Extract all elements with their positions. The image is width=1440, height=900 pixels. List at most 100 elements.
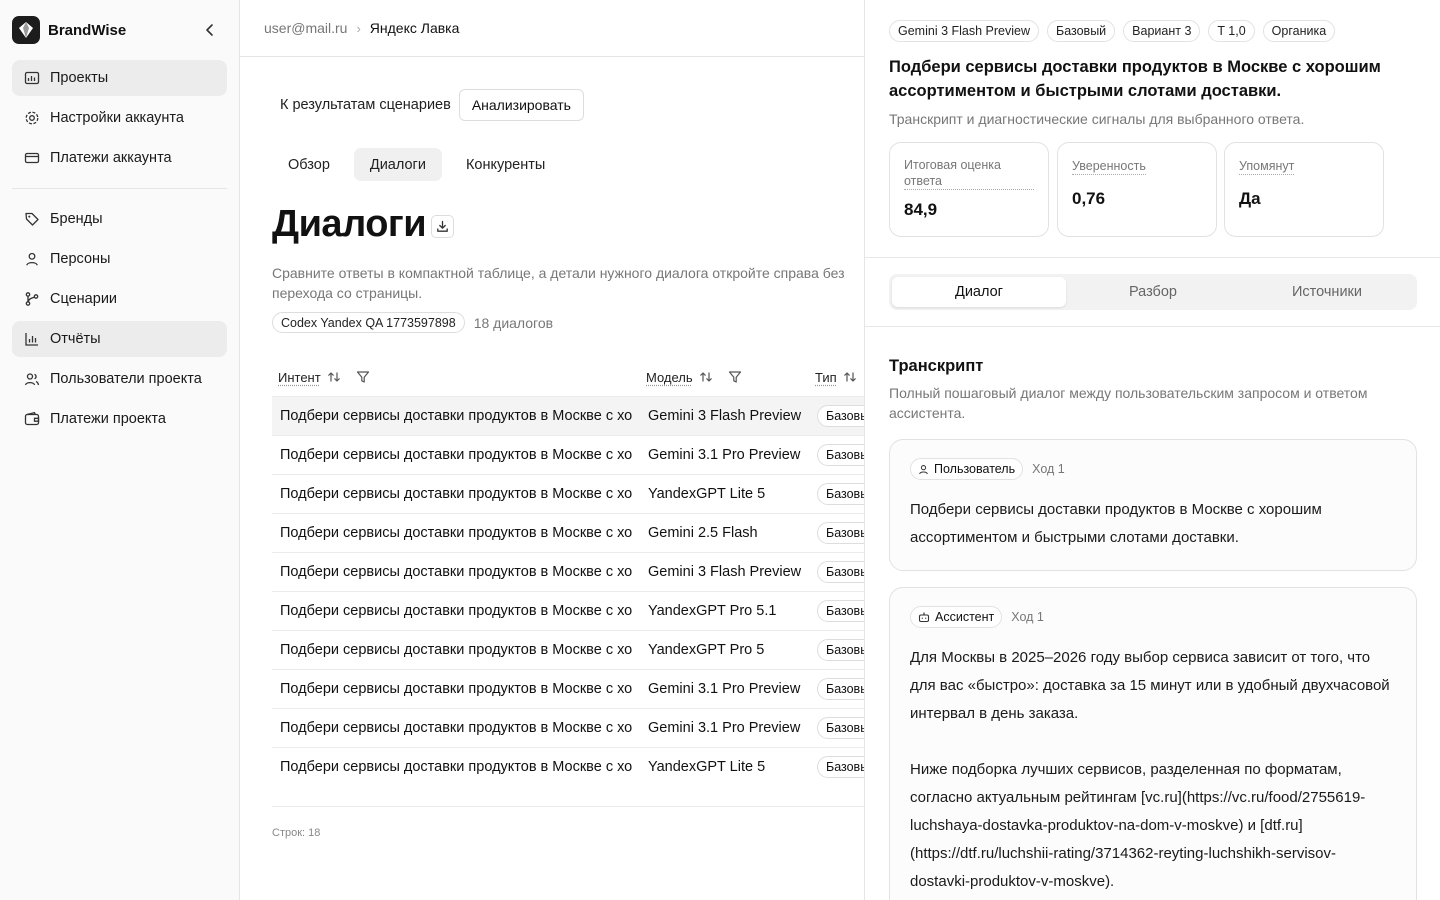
brand[interactable]: BrandWise — [12, 14, 228, 46]
tab-overview[interactable]: Обзор — [272, 148, 346, 181]
table-row[interactable]: Подбери сервисы доставки продуктов в Мос… — [272, 630, 865, 669]
column-type[interactable]: Тип — [815, 370, 857, 385]
sidebar-item-label: Проекты — [50, 70, 109, 86]
cell-intent: Подбери сервисы доставки продуктов в Мос… — [280, 759, 632, 775]
sidebar-item-label: Настройки аккаунта — [50, 110, 184, 126]
column-type-label: Тип — [815, 369, 837, 385]
sidebar: BrandWise Проекты Настройки аккаунта Пла… — [0, 0, 240, 900]
tab-dialog[interactable]: Диалог — [892, 277, 1066, 307]
turn-label: Ход 1 — [1011, 610, 1044, 624]
gear-icon — [25, 111, 39, 125]
table-row[interactable]: Подбери сервисы доставки продуктов в Мос… — [272, 435, 865, 474]
sidebar-item-project-users[interactable]: Пользователи проекта — [12, 361, 227, 397]
breadcrumb-account[interactable]: user@mail.ru — [264, 20, 347, 36]
sidebar-item-project-payments[interactable]: Платежи проекта — [12, 401, 227, 437]
branch-icon — [25, 292, 39, 306]
metric-value: 0,76 — [1072, 189, 1106, 208]
turn-label: Ход 1 — [1032, 462, 1065, 476]
cell-type-badge: Базовый — [817, 756, 865, 778]
page-tabs: Обзор Диалоги Конкуренты — [272, 148, 569, 181]
cell-model: Gemini 3.1 Pro Preview — [648, 447, 801, 463]
table-row[interactable]: Подбери сервисы доставки продуктов в Мос… — [272, 552, 865, 591]
role-label: Пользователь — [934, 462, 1016, 476]
collapse-sidebar-icon[interactable] — [200, 20, 220, 40]
dialog-count: 18 диалогов — [473, 314, 554, 331]
variant-badge: Вариант 3 — [1123, 20, 1201, 42]
dialog-title: Подбери сервисы доставки продуктов в Мос… — [889, 58, 1381, 100]
sidebar-item-brands[interactable]: Бренды — [12, 201, 227, 237]
table-row[interactable]: Подбери сервисы доставки продуктов в Мос… — [272, 513, 865, 552]
sidebar-item-label: Бренды — [50, 211, 103, 227]
transcript-description: Полный пошаговый диалог между пользовате… — [889, 385, 1368, 421]
cell-type-badge: Базовый — [817, 717, 865, 739]
analyze-button[interactable]: Анализировать — [458, 89, 584, 121]
filter-icon[interactable] — [728, 370, 742, 384]
sidebar-item-account-settings[interactable]: Настройки аккаунта — [12, 100, 227, 136]
cell-intent: Подбери сервисы доставки продуктов в Мос… — [280, 525, 632, 541]
tab-dialogs[interactable]: Диалоги — [353, 148, 442, 181]
table-header: Интент Модель Тип — [272, 358, 865, 396]
metric-label: Итоговая оценка ответа — [904, 157, 1034, 190]
column-intent-label: Интент — [278, 369, 321, 385]
sort-icon[interactable] — [327, 370, 341, 384]
model-badge: Gemini 3 Flash Preview — [889, 20, 1039, 42]
sort-icon[interactable] — [843, 370, 857, 384]
table-row[interactable]: Подбери сервисы доставки продуктов в Мос… — [272, 669, 865, 708]
sidebar-item-scenarios[interactable]: Сценарии — [12, 281, 227, 317]
page-title: Диалоги — [272, 203, 427, 245]
message-paragraph: Для Москвы в 2025–2026 году выбор сервис… — [910, 649, 1390, 722]
panel-divider — [865, 326, 1440, 327]
metric-value: 84,9 — [904, 200, 938, 219]
metric-mentioned: Упомянут Да — [1224, 142, 1384, 237]
user-icon — [26, 252, 38, 266]
sidebar-item-personas[interactable]: Персоны — [12, 241, 227, 277]
cell-type-badge: Базовый — [817, 483, 865, 505]
cell-intent: Подбери сервисы доставки продуктов в Мос… — [280, 447, 632, 463]
sidebar-item-reports[interactable]: Отчёты — [12, 321, 227, 357]
sidebar-account-nav: Проекты Настройки аккаунта Платежи аккау… — [12, 60, 227, 180]
table-row[interactable]: Подбери сервисы доставки продуктов в Мос… — [272, 474, 865, 513]
column-model[interactable]: Модель — [646, 370, 742, 385]
sidebar-item-label: Платежи проекта — [50, 411, 166, 427]
filter-icon[interactable] — [356, 370, 370, 384]
download-icon[interactable] — [431, 215, 454, 238]
sidebar-item-account-payments[interactable]: Платежи аккаунта — [12, 140, 227, 176]
sort-icon[interactable] — [699, 370, 713, 384]
back-to-scenarios-link[interactable]: К результатам сценариев — [280, 97, 451, 113]
source-badge: Органика — [1262, 20, 1336, 42]
cell-intent: Подбери сервисы доставки продуктов в Мос… — [280, 603, 632, 619]
breadcrumb-project[interactable]: Яндекс Лавка — [370, 20, 460, 36]
tab-analysis[interactable]: Разбор — [1066, 277, 1240, 307]
table-row[interactable]: Подбери сервисы доставки продуктов в Мос… — [272, 396, 865, 435]
cell-intent: Подбери сервисы доставки продуктов в Мос… — [280, 642, 632, 658]
table-row[interactable]: Подбери сервисы доставки продуктов в Мос… — [272, 747, 865, 786]
metric-value: Да — [1239, 189, 1261, 208]
cell-model: Gemini 3 Flash Preview — [648, 408, 802, 424]
table-row[interactable]: Подбери сервисы доставки продуктов в Мос… — [272, 708, 865, 747]
metric-label: Уверенность — [1072, 159, 1146, 175]
cell-type-badge: Базовый — [817, 639, 865, 661]
table-row[interactable]: Подбери сервисы доставки продуктов в Мос… — [272, 591, 865, 630]
table-divider — [272, 806, 865, 807]
panel-divider — [865, 257, 1440, 258]
message-paragraph: Подбери сервисы доставки продуктов в Мос… — [910, 501, 1322, 546]
brand-logo-icon — [12, 16, 40, 44]
run-filter: Codex Yandex QA 1773597898 18 диалогов — [272, 312, 553, 333]
role-label: Ассистент — [935, 610, 995, 624]
users-icon — [24, 373, 40, 386]
toolbar: К результатам сценариев Анализировать — [280, 89, 584, 121]
run-chip[interactable]: Codex Yandex QA 1773597898 — [272, 312, 465, 333]
column-intent[interactable]: Интент — [278, 370, 370, 385]
cell-type-badge: Базовый — [817, 444, 865, 466]
column-model-label: Модель — [646, 369, 693, 385]
sidebar-item-projects[interactable]: Проекты — [12, 60, 227, 96]
main-content: user@mail.ru › Яндекс Лавка К результата… — [240, 0, 865, 900]
sidebar-item-label: Отчёты — [50, 331, 101, 347]
role-badge: Пользователь — [910, 458, 1024, 480]
dialogs-table: Интент Модель Тип Подбери сервисы достав… — [272, 358, 865, 807]
type-badge: Базовый — [1047, 20, 1116, 42]
tab-sources[interactable]: Источники — [1240, 277, 1414, 307]
breadcrumb-chevron-icon: › — [356, 20, 361, 36]
cell-model: YandexGPT Lite 5 — [648, 759, 766, 775]
tab-competitors[interactable]: Конкуренты — [450, 148, 561, 181]
